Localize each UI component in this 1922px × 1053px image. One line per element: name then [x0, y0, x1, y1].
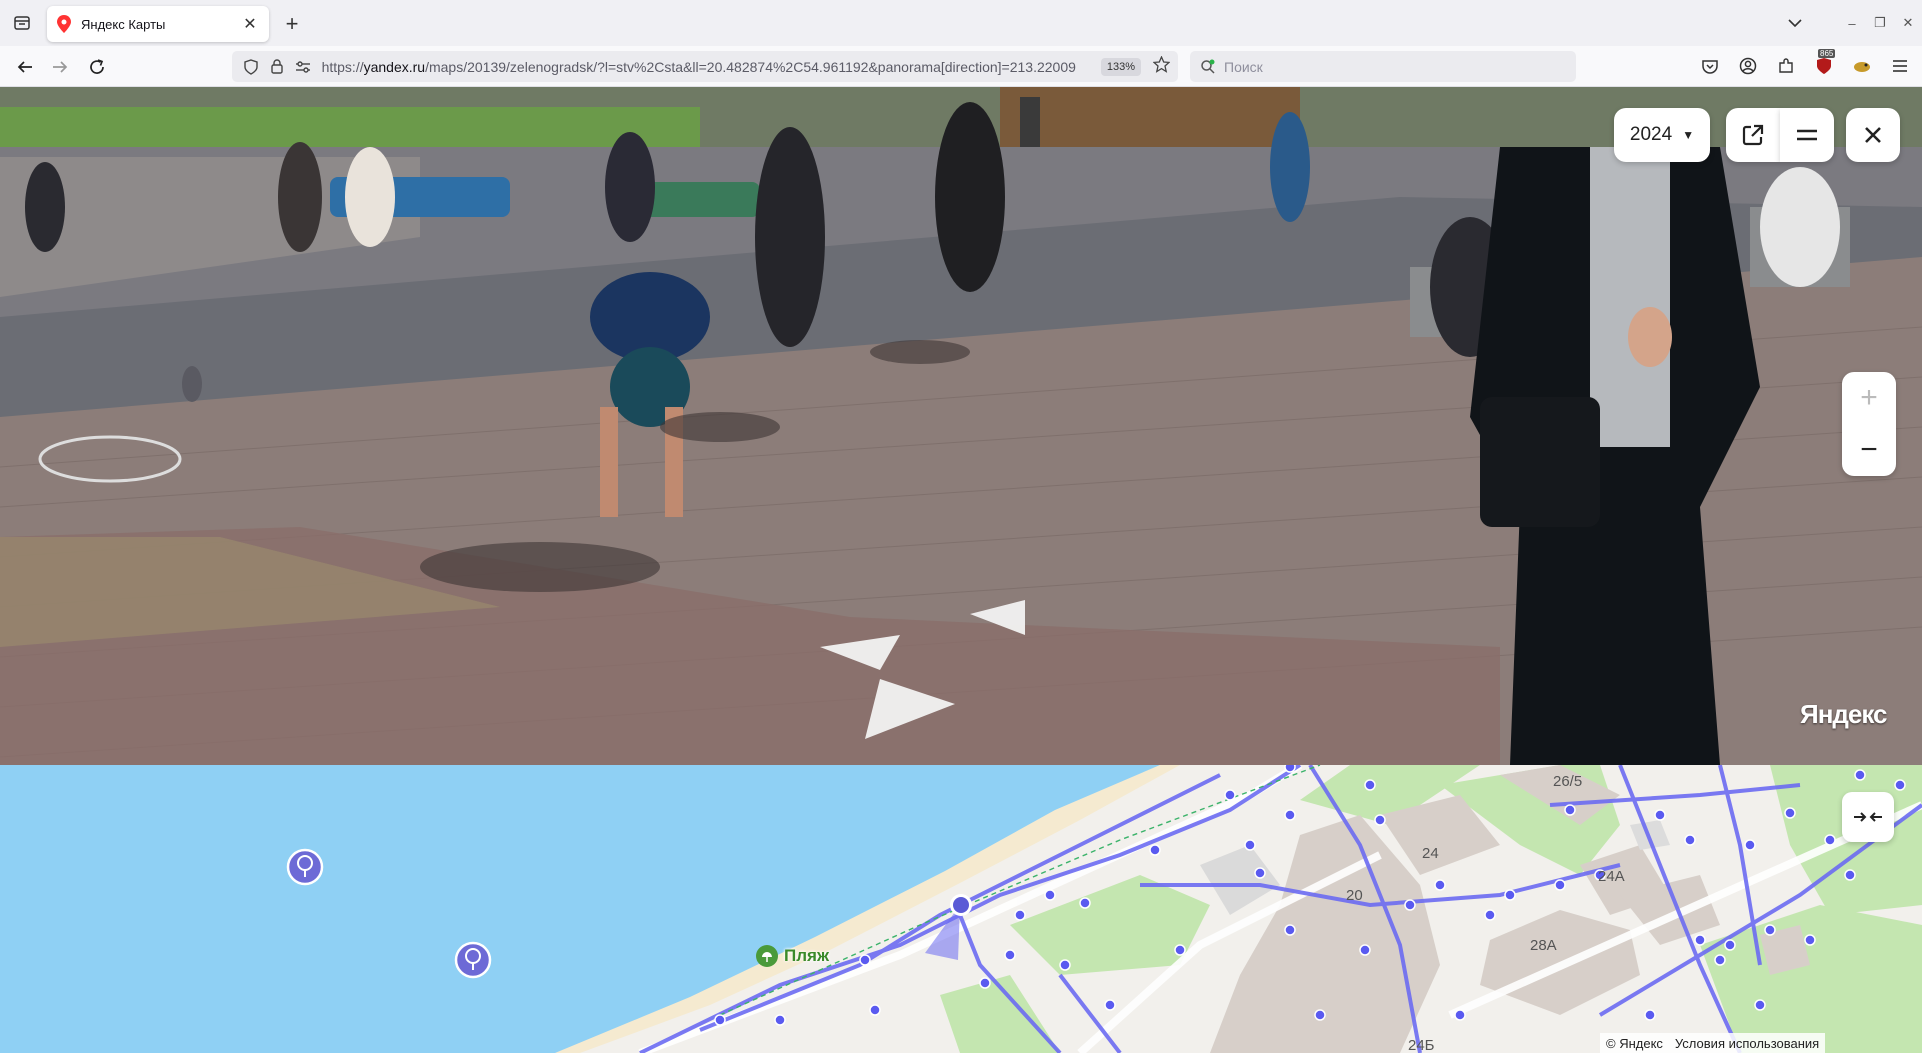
balloon-poi-icon[interactable] — [454, 941, 492, 979]
bookmark-star-icon[interactable] — [1152, 54, 1171, 78]
building-label: 24 — [1422, 845, 1439, 862]
zoom-out-button[interactable]: − — [1842, 424, 1896, 476]
search-input[interactable] — [1224, 58, 1554, 75]
yandex-maps-pin-icon — [57, 15, 71, 33]
year-selector[interactable]: 2024 ▼ — [1614, 108, 1710, 162]
forward-icon[interactable] — [47, 54, 73, 80]
new-tab-button[interactable]: + — [280, 11, 304, 36]
menu-lines-icon — [1797, 129, 1817, 141]
pocket-icon[interactable] — [1696, 52, 1724, 80]
collapse-arrows-icon — [1854, 812, 1882, 822]
dropdown-triangle-icon: ▼ — [1682, 128, 1695, 142]
external-link-icon — [1742, 124, 1764, 146]
layers-menu-button[interactable] — [1780, 108, 1834, 162]
search-bar[interactable] — [1190, 51, 1576, 82]
url-path: /maps/20139/zelenogradsk/?l=stv%2Csta&ll… — [425, 58, 1076, 75]
firefox-view-icon[interactable] — [10, 11, 34, 35]
building-label: 24А — [1598, 868, 1625, 885]
building-label: 24Б — [1408, 1037, 1435, 1053]
url-host: yandex.ru — [363, 58, 426, 75]
shield-icon[interactable] — [240, 56, 262, 78]
building-label: 28А — [1530, 937, 1557, 954]
beach-poi[interactable]: Пляж — [756, 945, 829, 967]
copyright-text[interactable]: © Яндекс — [1606, 1036, 1663, 1051]
collapse-map-button[interactable] — [1842, 792, 1894, 842]
list-all-tabs-icon[interactable] — [1782, 10, 1808, 36]
yandex-logo: Яндекс — [1800, 699, 1887, 729]
building-label: 20 — [1346, 887, 1363, 904]
close-panorama-button[interactable] — [1846, 108, 1900, 162]
permissions-icon[interactable] — [292, 56, 314, 78]
reload-icon[interactable] — [84, 54, 110, 80]
tab-title: Яндекс Карты — [81, 16, 166, 32]
building-label: 26/5 — [1553, 773, 1583, 790]
mini-map[interactable]: 20 24 24А 26/5 28А 24Б Пляж © Яндекс Усл… — [0, 765, 1922, 1053]
extension-badge: 865 — [1818, 49, 1836, 58]
map-canvas — [286, 765, 1922, 1053]
restore-icon[interactable]: ❐ — [1866, 9, 1894, 37]
app-menu-icon[interactable] — [1886, 52, 1914, 80]
active-tab[interactable]: Яндекс Карты ✕ — [47, 6, 269, 42]
url-prefix: https:// — [321, 58, 364, 75]
street-panorama[interactable]: 2024 ▼ + − Яндекс — [0, 87, 1922, 765]
extensions-icon[interactable] — [1772, 52, 1800, 80]
close-icon — [1865, 127, 1881, 143]
zoom-control: + − — [1842, 372, 1896, 476]
lock-icon[interactable] — [266, 56, 288, 78]
balloon-poi-icon[interactable] — [286, 848, 324, 886]
tab-close-icon[interactable]: ✕ — [241, 15, 259, 33]
terms-link[interactable]: Условия использования — [1675, 1036, 1819, 1051]
ublock-icon[interactable]: 865 — [1810, 49, 1838, 80]
beach-label-text: Пляж — [784, 946, 829, 965]
map-attribution: © Яндекс Условия использования — [1600, 1033, 1826, 1053]
search-engine-icon — [1200, 59, 1216, 75]
window-close-icon[interactable]: ✕ — [1894, 9, 1922, 37]
tab-bar: Яндекс Карты ✕ + – ❐ ✕ — [0, 0, 1922, 46]
address-bar[interactable]: https://yandex.ru/maps/20139/zelenograds… — [232, 51, 1178, 82]
navigation-bar: https://yandex.ru/maps/20139/zelenograds… — [0, 46, 1922, 87]
panorama-image — [0, 87, 1922, 765]
zoom-level-badge[interactable]: 133% — [1100, 57, 1141, 76]
extension-bird-icon[interactable] — [1848, 52, 1876, 80]
zoom-in-button[interactable]: + — [1842, 372, 1896, 424]
year-value: 2024 — [1629, 124, 1673, 145]
open-external-button[interactable] — [1726, 108, 1780, 162]
url-text[interactable]: https://yandex.ru/maps/20139/zelenograds… — [322, 59, 1095, 75]
minimize-icon[interactable]: – — [1838, 9, 1866, 37]
account-icon[interactable] — [1734, 52, 1762, 80]
back-icon[interactable] — [12, 54, 38, 80]
beach-icon — [756, 945, 778, 967]
